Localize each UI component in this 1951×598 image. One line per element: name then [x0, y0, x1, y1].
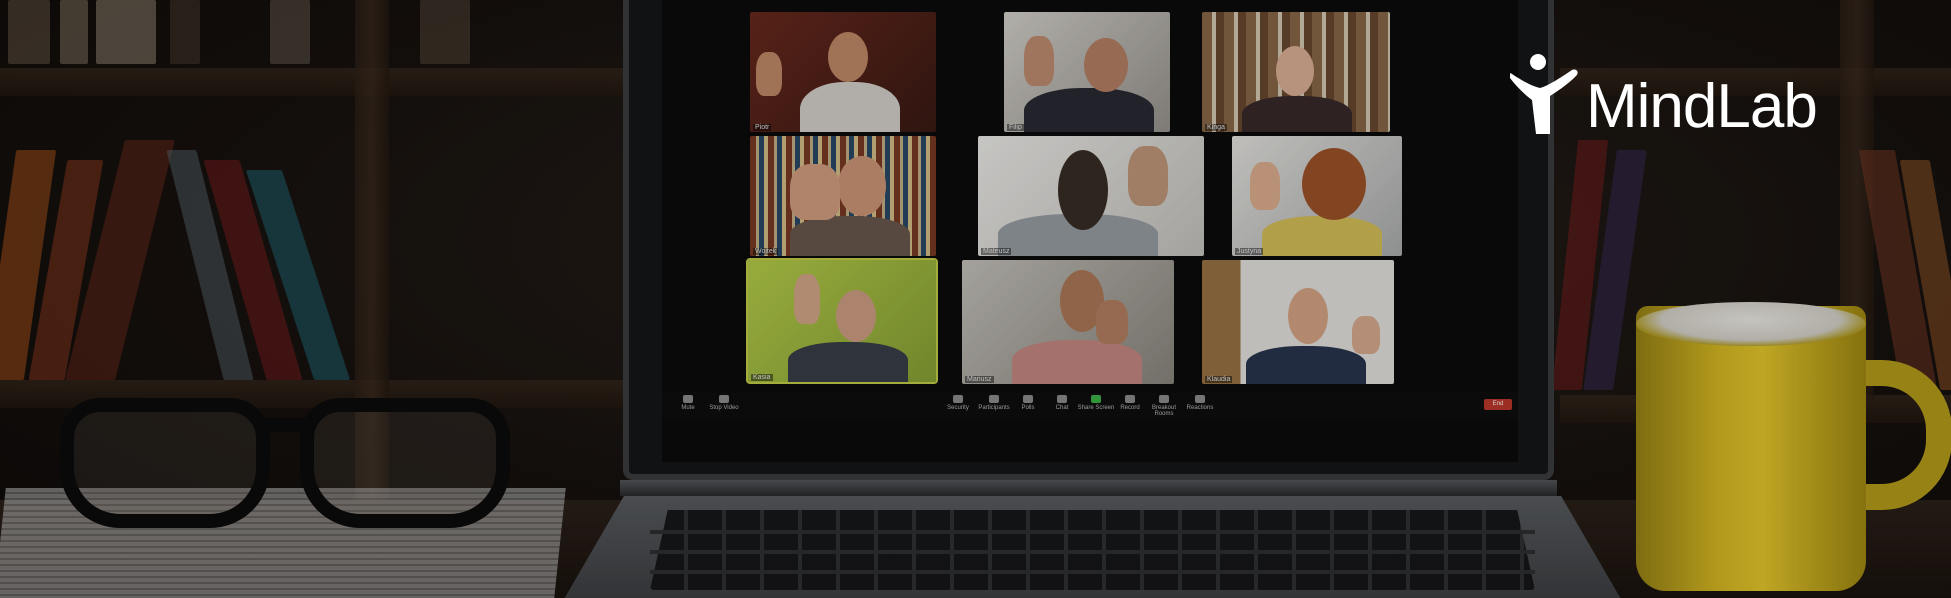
- book: [60, 0, 88, 64]
- share-screen-icon: [1091, 395, 1101, 403]
- keyboard-row-gap: [650, 550, 1535, 554]
- participant-head: [1302, 148, 1366, 220]
- glasses-bridge: [258, 418, 314, 432]
- video-tile[interactable]: Mariusz: [962, 260, 1174, 384]
- video-tile[interactable]: Kinga: [1202, 12, 1390, 132]
- meeting-toolbar: Mute Stop Video Security Participants Po…: [662, 392, 1518, 418]
- glasses-lens-left: [60, 398, 270, 528]
- participant-hand: [1352, 316, 1380, 354]
- brand-name: MindLab: [1586, 72, 1818, 141]
- participant-head: [828, 32, 868, 82]
- video-camera-icon: [719, 395, 729, 403]
- participant-body: [1246, 346, 1366, 384]
- end-meeting-button[interactable]: End: [1484, 399, 1512, 410]
- participant-head: [1288, 288, 1328, 344]
- video-tile[interactable]: Piotr: [750, 12, 936, 132]
- participant-body: [1262, 216, 1382, 256]
- participant-name: Wojtek: [753, 248, 779, 255]
- hero-banner: Piotr Filip Kinga Wojtek Mateusz Justyna…: [0, 0, 1951, 598]
- yellow-mug: [1636, 306, 1866, 591]
- participant-name: Mariusz: [965, 376, 994, 383]
- participant-body: [790, 216, 910, 256]
- video-tile[interactable]: Wojtek: [750, 136, 936, 256]
- brand-logo[interactable]: MindLab: [1510, 52, 1850, 142]
- bar-chart-icon: [1023, 395, 1033, 403]
- participant-hand: [756, 52, 782, 96]
- participant-head: [1276, 46, 1314, 96]
- participant-head: [838, 156, 886, 216]
- book: [420, 0, 470, 64]
- keyboard-row-gap: [650, 530, 1535, 534]
- participant-body: [788, 342, 908, 382]
- participant-body: [1012, 340, 1142, 384]
- participant-name: Mateusz: [981, 248, 1012, 255]
- mug-rim: [1636, 302, 1866, 346]
- participant-hand: [1096, 300, 1128, 344]
- people-icon: [989, 395, 999, 403]
- participant-head: [836, 290, 876, 342]
- breakout-rooms-button[interactable]: Breakout Rooms: [1144, 395, 1184, 417]
- participant-body: [800, 82, 900, 132]
- stop-video-button[interactable]: Stop Video: [704, 395, 744, 411]
- book: [270, 0, 310, 64]
- participant-hand: [1250, 162, 1280, 210]
- mute-button[interactable]: Mute: [668, 395, 708, 411]
- participant-hand: [1128, 146, 1168, 206]
- video-tile[interactable]: Klaudia: [1202, 260, 1394, 384]
- book: [8, 0, 50, 64]
- participant-head: [1058, 150, 1108, 230]
- security-button[interactable]: Security: [938, 395, 978, 411]
- participant-body: [1024, 88, 1154, 132]
- laptop-hinge: [620, 480, 1557, 496]
- book: [170, 0, 200, 64]
- participant-body: [1242, 96, 1352, 132]
- chat-bubble-icon: [1057, 395, 1067, 403]
- microphone-icon: [683, 395, 693, 403]
- smiley-icon: [1195, 395, 1205, 403]
- participant-head: [1084, 38, 1128, 92]
- participant-name: Kasia: [751, 374, 773, 381]
- person-raising-arms-logo-icon: [1510, 54, 1578, 134]
- video-tile[interactable]: Justyna: [1232, 136, 1402, 256]
- participant-name: Klaudia: [1205, 376, 1233, 383]
- participant-name: Filip: [1007, 124, 1024, 131]
- keyboard-row-gap: [650, 570, 1535, 574]
- shelf-board: [0, 68, 640, 96]
- participant-hand: [794, 274, 820, 324]
- participant-name: Kinga: [1205, 124, 1227, 131]
- participant-name: Piotr: [753, 124, 772, 131]
- participant-hand: [1024, 36, 1054, 86]
- video-tile-active-speaker[interactable]: Kasia: [746, 258, 938, 384]
- grid-icon: [1159, 395, 1169, 403]
- participant-hand: [790, 164, 840, 220]
- participant-name: Justyna: [1235, 248, 1264, 255]
- video-tile[interactable]: Filip: [1004, 12, 1170, 132]
- book: [96, 0, 156, 64]
- record-icon: [1125, 395, 1135, 403]
- glasses-lens-right: [300, 398, 510, 528]
- shield-icon: [953, 395, 963, 403]
- video-tile[interactable]: Mateusz: [978, 136, 1204, 256]
- reactions-button[interactable]: Reactions: [1180, 395, 1220, 411]
